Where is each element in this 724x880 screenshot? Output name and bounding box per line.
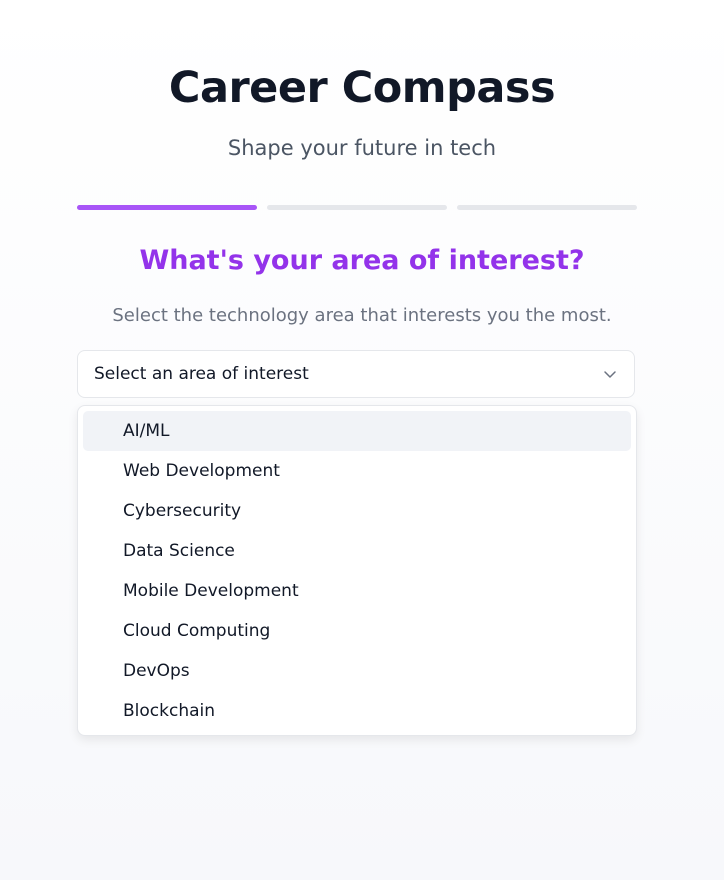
option-mobile-development[interactable]: Mobile Development [83, 571, 631, 611]
option-cloud-computing[interactable]: Cloud Computing [83, 611, 631, 651]
select-placeholder: Select an area of interest [94, 364, 309, 384]
option-data-science[interactable]: Data Science [83, 531, 631, 571]
dropdown-menu: AI/ML Web Development Cybersecurity Data… [77, 405, 637, 736]
progress-step-3 [457, 205, 637, 210]
progress-step-1 [77, 205, 257, 210]
chevron-down-icon [602, 366, 618, 382]
progress-step-2 [267, 205, 447, 210]
option-web-development[interactable]: Web Development [83, 451, 631, 491]
step-instruction: Select the technology area that interest… [112, 305, 612, 326]
app-title: Career Compass [168, 63, 556, 113]
option-blockchain[interactable]: Blockchain [83, 691, 631, 731]
progress-bar [77, 205, 637, 210]
step-question: What's your area of interest? [139, 245, 585, 276]
option-cybersecurity[interactable]: Cybersecurity [83, 491, 631, 531]
option-ai-ml[interactable]: AI/ML [83, 411, 631, 451]
option-devops[interactable]: DevOps [83, 651, 631, 691]
area-of-interest-select[interactable]: Select an area of interest [77, 350, 635, 398]
app-subtitle: Shape your future in tech [227, 136, 497, 160]
